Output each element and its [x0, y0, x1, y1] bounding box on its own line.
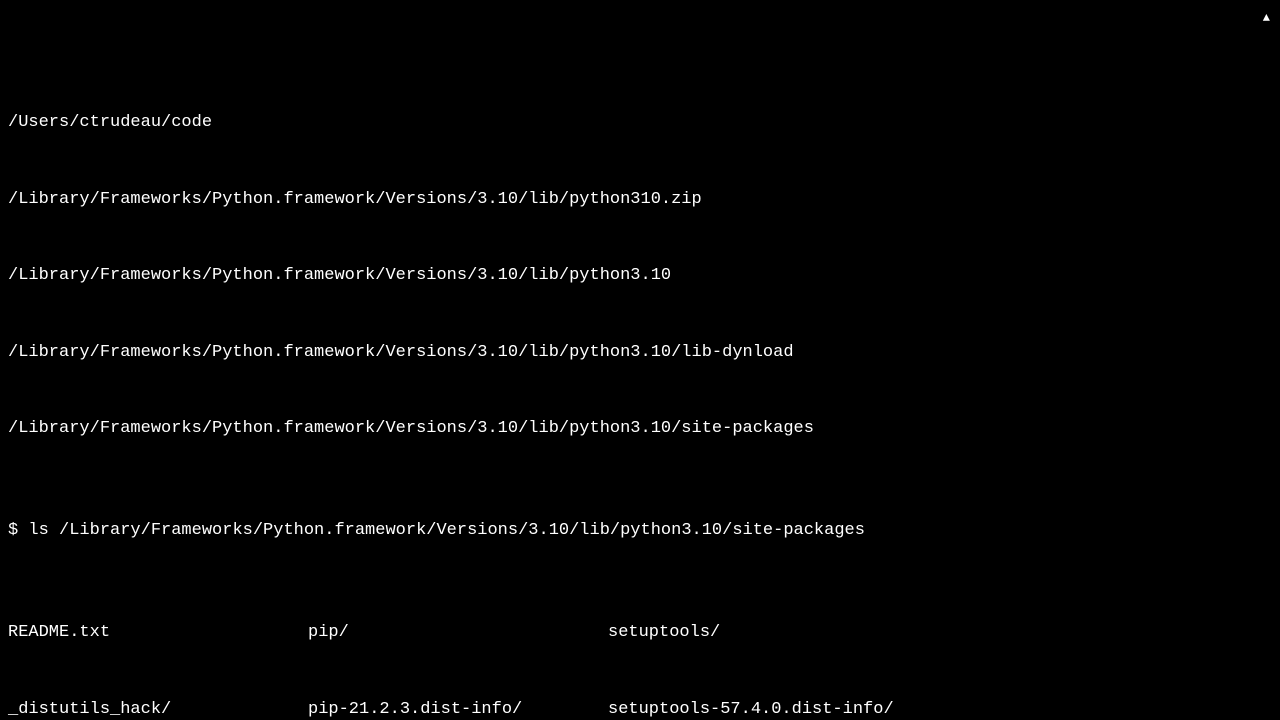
output-line: /Library/Frameworks/Python.framework/Ver…	[8, 263, 1272, 289]
output-line: /Library/Frameworks/Python.framework/Ver…	[8, 416, 1272, 442]
output-line: /Library/Frameworks/Python.framework/Ver…	[8, 187, 1272, 213]
command-line: $ ls /Library/Frameworks/Python.framewor…	[8, 518, 1272, 544]
ls-output-row: README.txtpip/setuptools/	[8, 620, 1272, 646]
scroll-up-indicator: ▲	[1263, 6, 1270, 32]
terminal-window[interactable]: ▲ /Users/ctrudeau/code /Library/Framewor…	[0, 0, 1280, 720]
output-line: /Library/Frameworks/Python.framework/Ver…	[8, 340, 1272, 366]
ls-output-row: _distutils_hack/pip-21.2.3.dist-info/set…	[8, 697, 1272, 720]
output-line: /Users/ctrudeau/code	[8, 110, 1272, 136]
